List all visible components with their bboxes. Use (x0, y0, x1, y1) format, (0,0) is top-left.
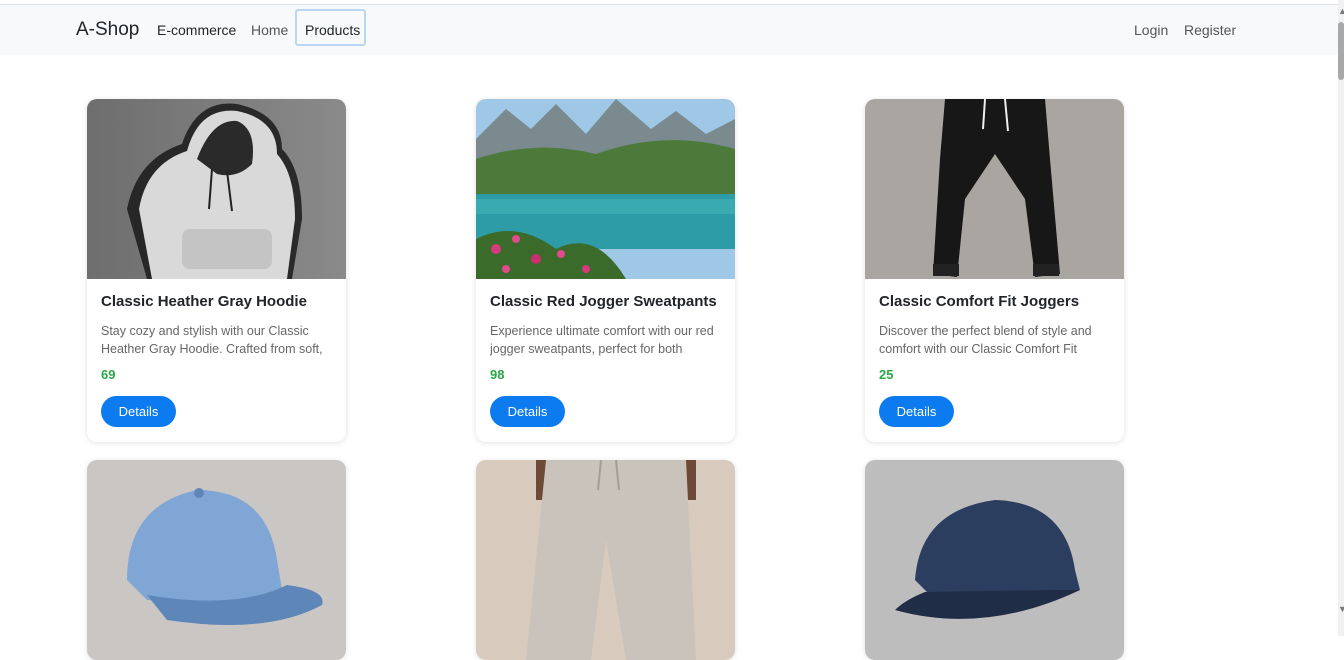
product-title[interactable]: Classic Heather Gray Hoodie (101, 293, 307, 310)
product-card: Classic Heather Gray Hoodie Stay cozy an… (87, 99, 346, 442)
product-card: Classic Comfort Fit Joggers Discover the… (865, 99, 1124, 442)
nav-ecommerce[interactable]: E-commerce (157, 22, 236, 38)
product-price: 98 (490, 367, 505, 382)
navbar: A-Shop E-commerce Home Products Login Re… (0, 5, 1338, 55)
scroll-up-icon[interactable]: ▲ (1338, 6, 1344, 16)
nav-home[interactable]: Home (251, 22, 288, 38)
nav-products[interactable]: Products (295, 9, 366, 46)
product-card (476, 460, 735, 660)
product-card: Classic Red Jogger Sweatpants Experience… (476, 99, 735, 442)
product-image-hoodie[interactable] (87, 99, 346, 279)
nav-login[interactable]: Login (1134, 22, 1168, 38)
product-description: Stay cozy and stylish with our Classic H… (101, 324, 323, 356)
product-image-lake[interactable] (476, 99, 735, 279)
product-description: Experience ultimate comfort with our red… (490, 324, 714, 356)
details-button[interactable]: Details (490, 396, 565, 427)
details-button[interactable]: Details (101, 396, 176, 427)
product-card (87, 460, 346, 660)
scroll-thumb[interactable] (1338, 22, 1344, 80)
product-card (865, 460, 1124, 660)
scroll-down-icon[interactable]: ▼ (1338, 604, 1344, 614)
product-price: 25 (879, 367, 894, 382)
product-image-blue-cap[interactable] (87, 460, 346, 660)
scrollbar[interactable]: ▲ ▼ (1338, 0, 1344, 636)
product-title[interactable]: Classic Comfort Fit Joggers (879, 293, 1079, 310)
product-image-navy-cap[interactable] (865, 460, 1124, 660)
product-price: 69 (101, 367, 116, 382)
nav-register[interactable]: Register (1184, 22, 1236, 38)
brand-logo[interactable]: A-Shop (76, 19, 139, 41)
nav-products-label: Products (305, 22, 361, 38)
product-image-beige-pants[interactable] (476, 460, 735, 660)
product-title[interactable]: Classic Red Jogger Sweatpants (490, 293, 717, 310)
product-image-joggers[interactable] (865, 99, 1124, 279)
product-description: Discover the perfect blend of style and … (879, 324, 1092, 356)
details-button[interactable]: Details (879, 396, 954, 427)
